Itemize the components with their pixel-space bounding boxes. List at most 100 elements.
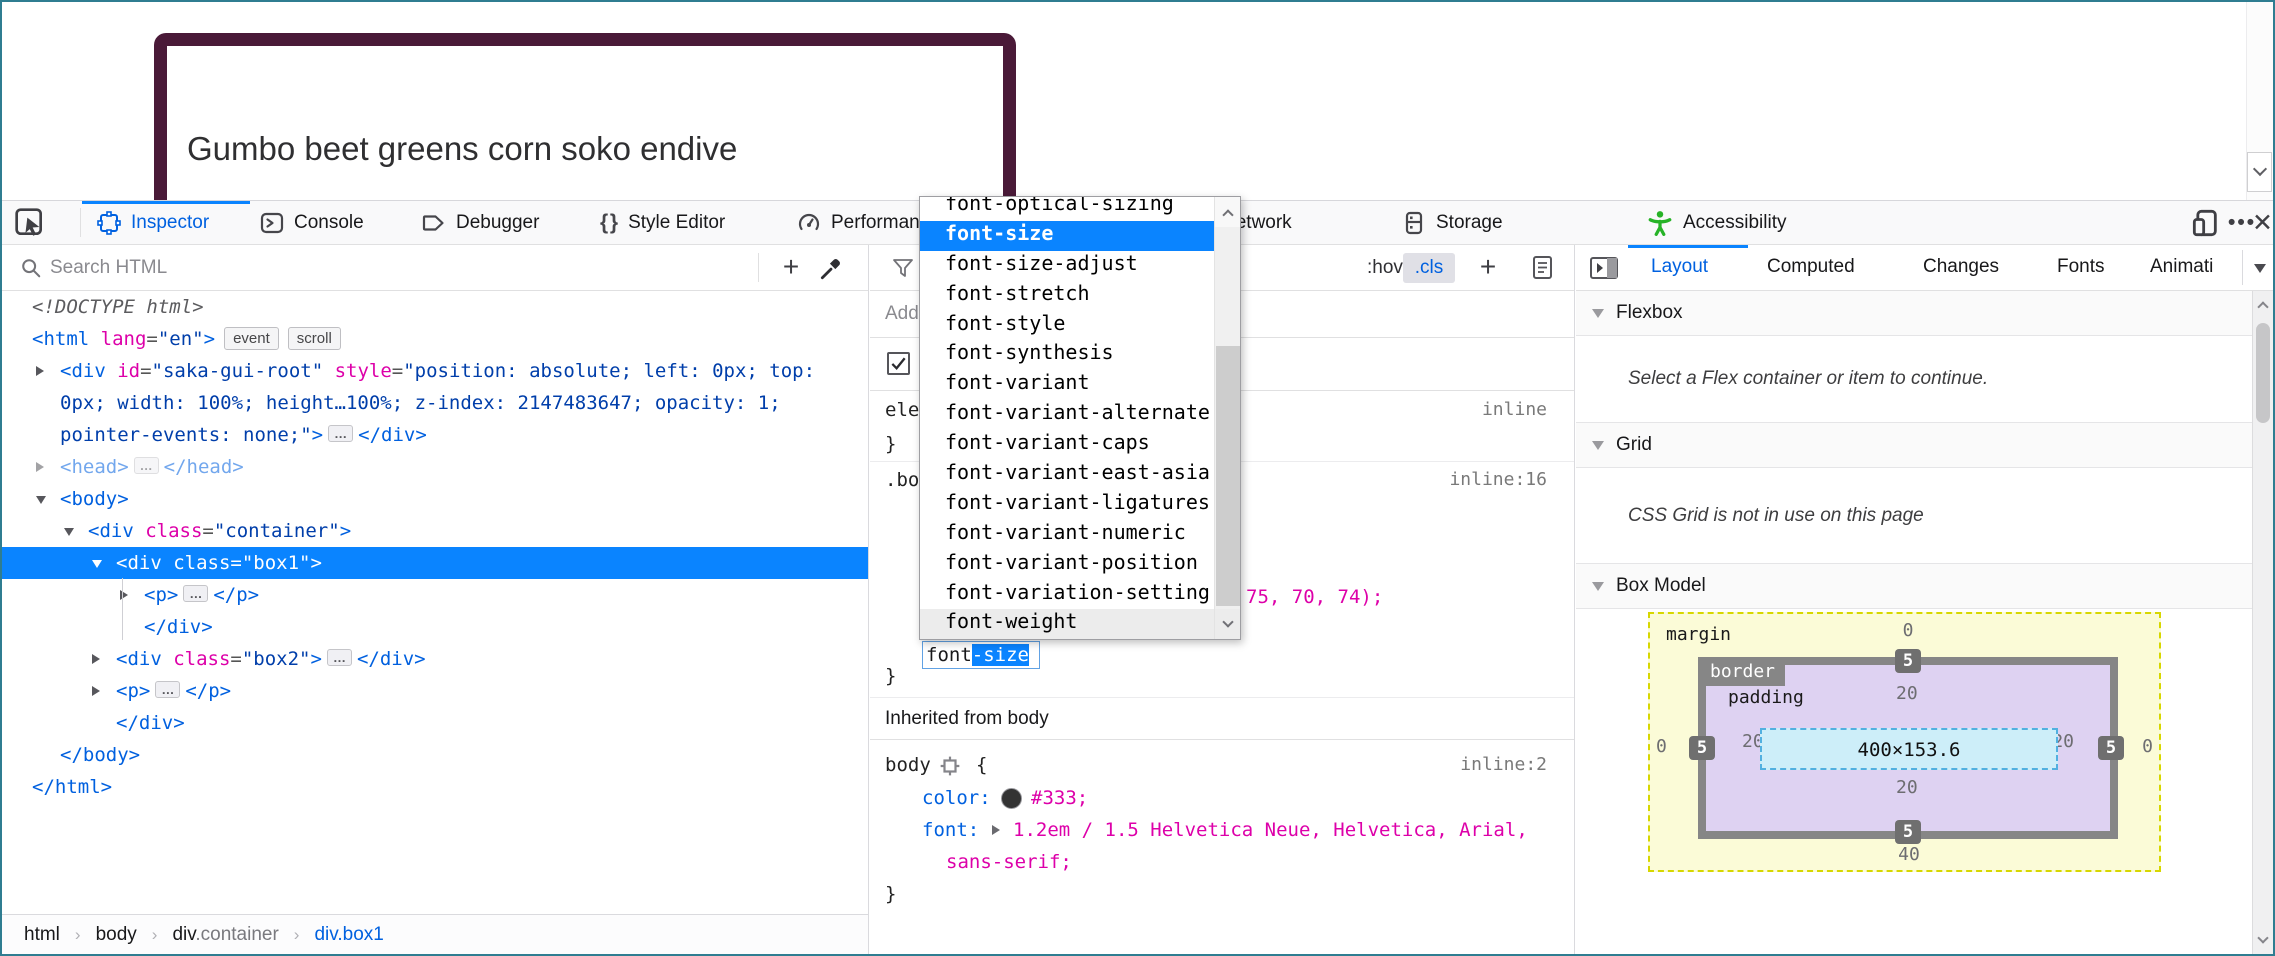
margin-left-value[interactable]: 0 <box>1656 736 1667 757</box>
twisty-collapsed-icon[interactable] <box>92 654 100 664</box>
tree-row[interactable]: <div id="saka-gui-root" style="position:… <box>2 355 868 387</box>
autocomplete-option[interactable]: font-variant-alternate <box>920 400 1214 430</box>
autocomplete-option[interactable]: font-optical-sizing <box>920 196 1214 221</box>
node-picker-button[interactable] <box>14 207 50 241</box>
popup-scrollbar[interactable] <box>1214 197 1240 639</box>
expand-value-icon[interactable] <box>992 825 1000 835</box>
autocomplete-option[interactable]: font-variant-ligatures <box>920 490 1214 520</box>
all-tabs-chevron-icon[interactable] <box>2254 264 2266 273</box>
autocomplete-option[interactable]: font-variation-setting <box>920 580 1214 610</box>
class-checkbox[interactable] <box>887 352 910 375</box>
autocomplete-option[interactable]: font-style <box>920 311 1214 341</box>
twisty-collapsed-icon[interactable] <box>36 462 44 472</box>
color-swatch[interactable] <box>1001 788 1022 809</box>
border-bottom-value[interactable]: 5 <box>1895 820 1921 844</box>
autocomplete-option[interactable]: font-weight <box>920 609 1214 639</box>
breadcrumb-item-box1[interactable]: div.box1 <box>314 924 383 946</box>
tab-accessibility[interactable]: Accessibility <box>1647 201 1786 245</box>
font-value-line2[interactable]: sans-serif; <box>946 847 1072 877</box>
color-property[interactable]: color: <box>922 783 991 813</box>
margin-top-value[interactable]: 0 <box>1898 620 1918 641</box>
font-property[interactable]: font: <box>922 815 979 845</box>
twisty-expanded-icon[interactable] <box>64 528 74 536</box>
autocomplete-option[interactable]: font-variant-east-asia <box>920 460 1214 490</box>
tree-row[interactable]: <html lang="en">eventscroll <box>2 323 868 355</box>
tab-console[interactable]: Console <box>260 201 364 245</box>
highlight-node-icon[interactable] <box>939 755 961 777</box>
margin-right-value[interactable]: 0 <box>2142 736 2153 757</box>
tree-row[interactable]: <body> <box>2 483 868 515</box>
page-scroll-down-button[interactable] <box>2247 152 2272 192</box>
breadcrumb-item-body[interactable]: body <box>96 924 137 946</box>
tree-row[interactable]: </html> <box>2 771 868 803</box>
padding-top-value[interactable]: 20 <box>1896 683 1918 704</box>
eyedropper-button[interactable] <box>818 255 844 281</box>
autocomplete-option[interactable]: font-size <box>920 221 1214 251</box>
rule-source-link[interactable]: inline <box>1482 395 1547 425</box>
rule-source-link[interactable]: inline:2 <box>1460 750 1547 780</box>
autocomplete-option[interactable]: font-synthesis <box>920 340 1214 370</box>
autocomplete-option[interactable]: font-variant-position <box>920 550 1214 580</box>
color-value[interactable]: #333; <box>1031 783 1088 813</box>
breadcrumb-item-container[interactable]: div.container <box>172 924 278 946</box>
close-devtools-button[interactable]: ✕ <box>2252 201 2273 245</box>
tab-computed[interactable]: Computed <box>1767 245 1855 289</box>
twisty-collapsed-icon[interactable] <box>92 686 100 696</box>
autocomplete-option[interactable]: font-variant-caps <box>920 430 1214 460</box>
tree-row[interactable]: 0px;​ width: 100%; height…100%; z-index:… <box>2 387 868 419</box>
padding-bottom-value[interactable]: 20 <box>1896 777 1918 798</box>
pseudo-class-toggle[interactable]: :hov <box>1367 245 1403 290</box>
border-right-value[interactable]: 5 <box>2098 736 2124 760</box>
twisty-expanded-icon[interactable] <box>92 560 102 568</box>
add-rule-button[interactable]: + <box>1471 245 1505 288</box>
responsive-design-button[interactable] <box>2192 201 2220 245</box>
font-value-line1[interactable]: 1.2em / 1.5 Helvetica Neue, Helvetica, A… <box>1013 815 1528 845</box>
popup-scroll-up-button[interactable] <box>1215 197 1240 227</box>
tree-row[interactable]: </body> <box>2 739 868 771</box>
tree-row[interactable]: <p>…</p> <box>2 675 868 707</box>
tab-inspector[interactable]: Inspector <box>97 201 209 245</box>
tree-row[interactable]: <div class="container"> <box>2 515 868 547</box>
tree-row[interactable]: <div class="box2">…</div> <box>2 643 868 675</box>
grid-section-header[interactable]: Grid <box>1576 423 2252 468</box>
tree-row[interactable]: <p>…</p> <box>2 579 868 611</box>
search-input[interactable] <box>50 252 590 284</box>
tab-layout[interactable]: Layout <box>1651 245 1708 289</box>
autocomplete-option[interactable]: font-variant-numeric <box>920 520 1214 550</box>
border-left-value[interactable]: 5 <box>1689 736 1715 760</box>
twisty-collapsed-icon[interactable] <box>36 366 44 376</box>
add-node-button[interactable]: + <box>774 245 808 291</box>
box1-border-value-fragment[interactable]: 75, 70, 74); <box>1246 583 1383 611</box>
tab-debugger[interactable]: Debugger <box>422 201 539 245</box>
tab-fonts[interactable]: Fonts <box>2057 245 2105 289</box>
body-rule-selector[interactable]: body <box>885 750 931 780</box>
tab-style-editor[interactable]: { } Style Editor <box>600 201 725 245</box>
tree-row[interactable]: <head>…</head> <box>2 451 868 483</box>
class-toggle[interactable]: .cls <box>1403 253 1455 283</box>
margin-bottom-value[interactable]: 40 <box>1895 844 1923 865</box>
print-simulation-icon[interactable] <box>1531 255 1555 281</box>
tree-row[interactable]: </div> <box>2 707 868 739</box>
rule-source-link[interactable]: inline:16 <box>1449 465 1547 495</box>
autocomplete-option[interactable]: font-variant <box>920 370 1214 400</box>
new-property-input[interactable]: font-size <box>922 641 1040 669</box>
popup-scroll-down-button[interactable] <box>1215 609 1240 639</box>
sidebar-toggle-icon[interactable] <box>1590 257 1618 279</box>
tree-row[interactable]: <!DOCTYPE html> <box>2 291 868 323</box>
flexbox-section-header[interactable]: Flexbox <box>1576 291 2252 336</box>
tab-changes[interactable]: Changes <box>1923 245 1999 289</box>
breadcrumb-item-html[interactable]: html <box>24 924 60 946</box>
tree-row[interactable]: </div> <box>2 611 868 643</box>
tab-animations[interactable]: Animati <box>2150 245 2213 289</box>
twisty-expanded-icon[interactable] <box>36 496 46 504</box>
tab-storage[interactable]: Storage <box>1402 201 1503 245</box>
border-top-value[interactable]: 5 <box>1895 649 1921 673</box>
box-model-section-header[interactable]: Box Model <box>1576 564 2252 609</box>
autocomplete-option[interactable]: font-size-adjust <box>920 251 1214 281</box>
box-model-margin-box[interactable]: margin 0 0 0 40 padding 20 20 20 20 bord… <box>1648 612 2161 872</box>
tree-row[interactable]: pointer-events: none;">…</div> <box>2 419 868 451</box>
layout-panel-scrollbar[interactable] <box>2252 291 2273 954</box>
page-scrollbar[interactable] <box>2246 2 2273 200</box>
autocomplete-option[interactable]: font-stretch <box>920 281 1214 311</box>
tree-row[interactable]: <div class="box1"> <box>2 547 868 579</box>
